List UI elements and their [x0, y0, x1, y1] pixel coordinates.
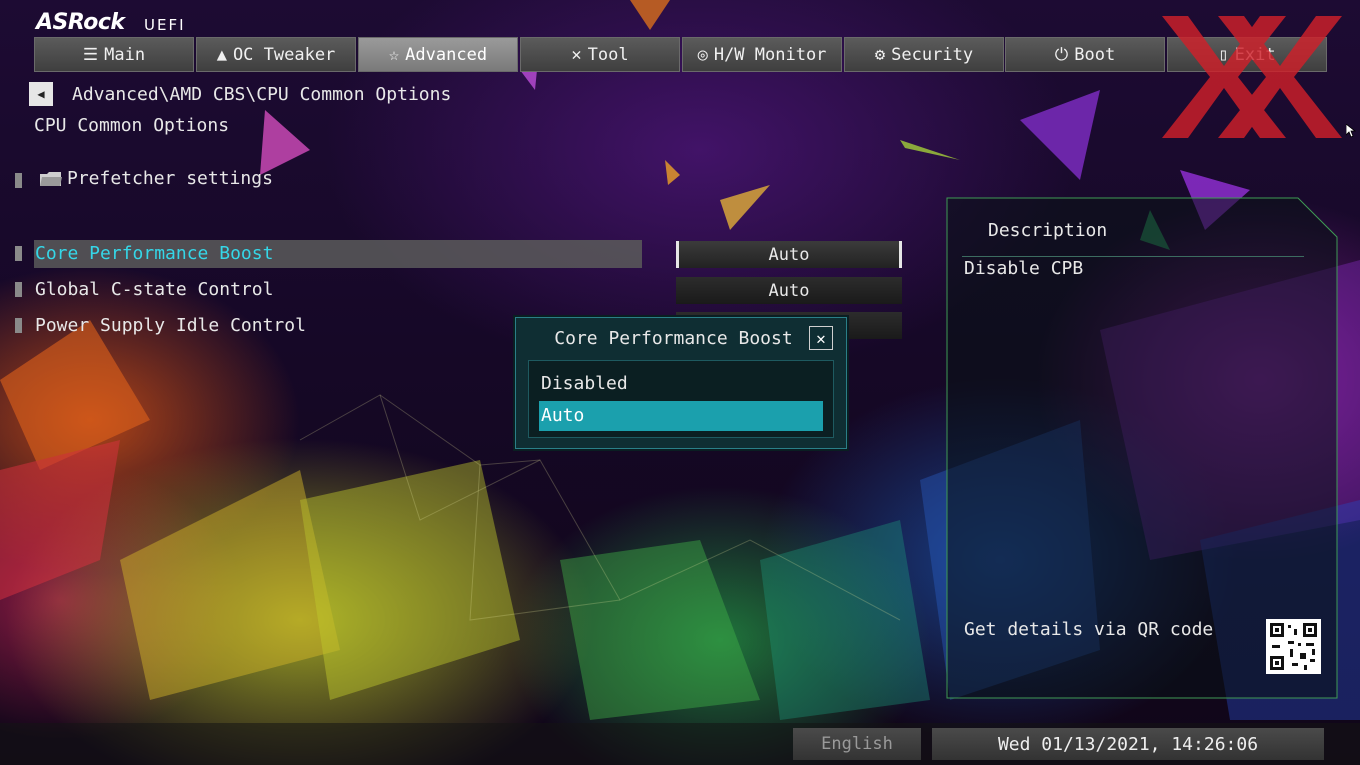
tab-label: Main: [104, 44, 146, 65]
dialog-title: Core Performance Boost: [554, 328, 793, 349]
description-divider: [962, 256, 1304, 257]
page-title: CPU Common Options: [34, 115, 230, 136]
row-marker: [15, 173, 22, 188]
submenu-prefetcher-settings[interactable]: Prefetcher settings: [67, 168, 273, 189]
tab-label: Tool: [587, 44, 629, 65]
core-performance-boost-value[interactable]: Auto: [676, 241, 902, 268]
tab-tool[interactable]: ✕ Tool: [520, 37, 680, 72]
rocket-icon: ▲: [216, 44, 227, 65]
tab-label: Advanced: [405, 44, 488, 65]
uefi-label: UEFI: [144, 16, 186, 34]
tab-label: OC Tweaker: [232, 44, 336, 65]
star-icon: ☆: [388, 44, 400, 65]
row-marker: [15, 246, 22, 261]
power-icon: ⏻: [1054, 44, 1069, 65]
watermark-logo: [1162, 16, 1342, 138]
setting-global-c-state-control[interactable]: Global C-state Control: [34, 276, 642, 304]
setting-label: Core Performance Boost: [35, 243, 274, 264]
mouse-cursor-icon: [1346, 124, 1356, 138]
setting-label: Global C-state Control: [35, 279, 274, 300]
tab-advanced[interactable]: ☆ Advanced: [358, 37, 518, 72]
description-title: Description: [988, 220, 1108, 241]
row-marker: [15, 282, 22, 297]
option-disabled[interactable]: Disabled: [539, 369, 823, 399]
tab-label: H/W Monitor: [713, 44, 827, 65]
setting-core-performance-boost[interactable]: Core Performance Boost: [34, 240, 642, 268]
monitor-icon: ◎: [697, 44, 708, 65]
breadcrumb: Advanced\AMD CBS\CPU Common Options: [72, 84, 452, 105]
row-marker: [15, 318, 22, 333]
close-icon[interactable]: ✕: [809, 326, 833, 350]
tab-boot[interactable]: ⏻ Boot: [1005, 37, 1165, 72]
description-text: Disable CPB: [964, 258, 1084, 279]
tab-security[interactable]: ⚙ Security: [844, 37, 1004, 72]
global-c-state-control-value[interactable]: Auto: [676, 277, 902, 304]
chevron-left-icon: ◀: [37, 87, 45, 101]
tab-label: Security: [891, 44, 974, 65]
tab-hw-monitor[interactable]: ◎ H/W Monitor: [682, 37, 842, 72]
list-icon: ☰: [82, 44, 99, 65]
tools-icon: ✕: [571, 44, 582, 65]
qr-label: Get details via QR code: [964, 619, 1214, 640]
tab-main[interactable]: ☰ Main: [34, 37, 194, 72]
folder-icon: [40, 172, 62, 186]
option-auto[interactable]: Auto: [539, 401, 823, 431]
tab-oc-tweaker[interactable]: ▲ OC Tweaker: [196, 37, 356, 72]
language-button[interactable]: English: [793, 728, 921, 760]
setting-label: Power Supply Idle Control: [35, 315, 306, 336]
back-button[interactable]: ◀: [29, 82, 53, 106]
shield-icon: ⚙: [874, 44, 886, 65]
option-list: Disabled Auto: [528, 360, 834, 438]
date-time-display: Wed 01/13/2021, 14:26:06: [932, 728, 1324, 760]
tab-label: Boot: [1074, 44, 1116, 65]
qr-code-icon[interactable]: [1266, 619, 1321, 674]
option-dialog: Core Performance Boost ✕ Disabled Auto: [515, 317, 847, 449]
asrock-logo: ASRock: [36, 10, 125, 35]
